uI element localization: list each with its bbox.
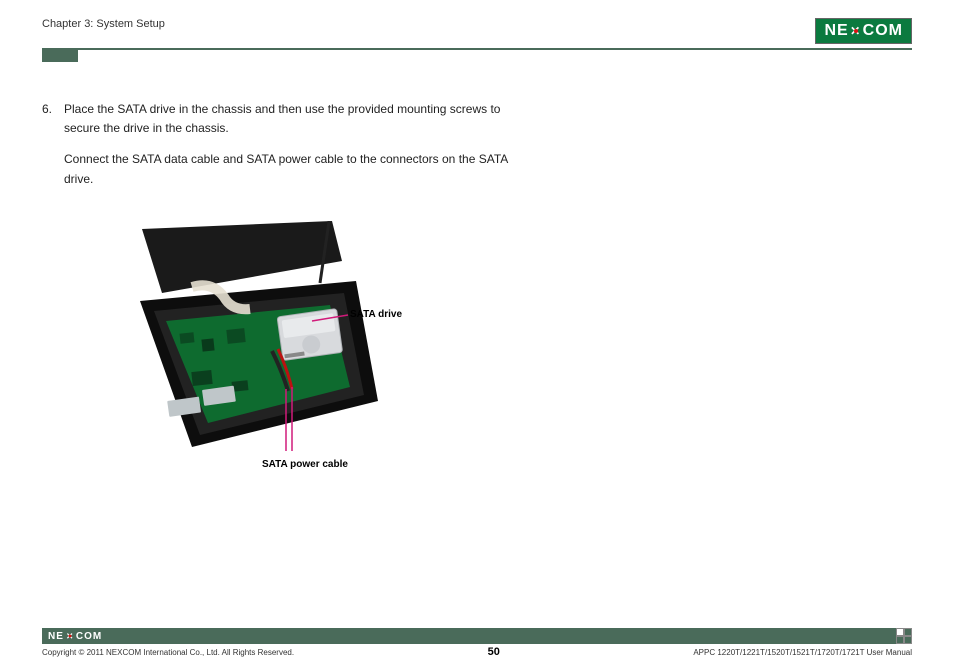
step-text-1: Place the SATA drive in the chassis and … (64, 100, 522, 138)
brand-x-icon (850, 23, 862, 39)
brand-left: NE (824, 22, 848, 40)
step-text-2: Connect the SATA data cable and SATA pow… (64, 150, 522, 188)
footer-brand-x-icon (66, 630, 74, 641)
device-photo (132, 221, 392, 451)
step-number: 6. (42, 100, 56, 201)
footer-bar: NE COM (42, 628, 912, 644)
page-number: 50 (488, 646, 500, 658)
footer-logo: NE COM (48, 628, 102, 644)
footer-ornament (896, 628, 912, 644)
footer-brand-left: NE (48, 631, 64, 642)
brand-logo: NE COM (815, 18, 912, 44)
chapter-title: Chapter 3: System Setup (42, 18, 165, 30)
accent-block (42, 50, 78, 62)
figure: SATA drive SATA power cable (132, 221, 472, 456)
manual-title: APPC 1220T/1221T/1520T/1521T/1720T/1721T… (693, 648, 912, 657)
label-sata-drive: SATA drive (350, 309, 402, 320)
brand-right: COM (863, 22, 903, 40)
header-divider (42, 48, 912, 50)
copyright-text: Copyright © 2011 NEXCOM International Co… (42, 648, 294, 657)
footer-brand-right: COM (76, 631, 102, 642)
label-sata-power: SATA power cable (262, 459, 348, 470)
